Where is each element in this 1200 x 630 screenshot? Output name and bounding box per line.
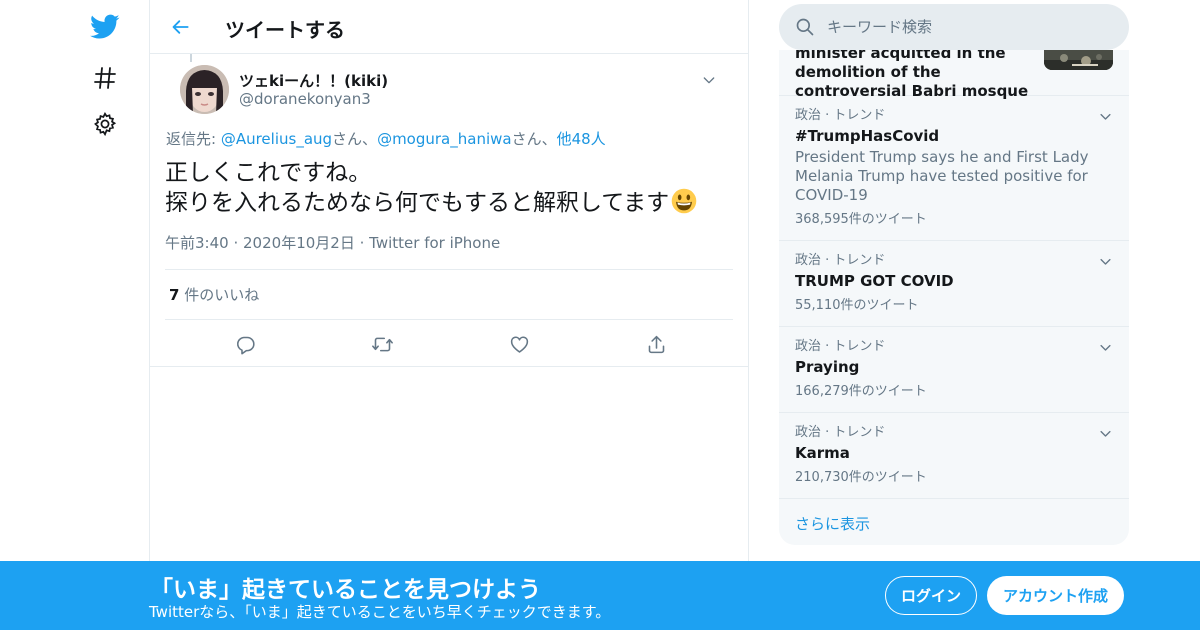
trend-menu-button[interactable] — [1095, 337, 1115, 357]
meta-dot: · — [233, 234, 244, 252]
reply-san: さん、 — [332, 130, 378, 148]
share-icon — [649, 335, 665, 353]
trend-count: 210,730件のツイート — [795, 470, 927, 485]
trend-menu-button[interactable] — [1095, 106, 1115, 126]
tweet: ツェkiーん！！(kiki) @doranekonyan3 返信先: @Aure… — [150, 54, 748, 368]
author-name[interactable]: ツェkiーん！！(kiki) — [239, 70, 388, 91]
banner-title: 「いま」起きていることを見つけよう — [150, 577, 541, 603]
trend-description: minister acquitted in the demolition of … — [795, 50, 1029, 100]
arrow-left-icon — [172, 20, 189, 34]
trend-item[interactable]: 政治 · トレンド Karma 210,730件のツイート — [779, 413, 1129, 499]
trend-menu-button[interactable] — [1095, 251, 1115, 271]
trend-name: #TrumpHasCovid — [795, 127, 940, 145]
like-icon — [510, 336, 529, 353]
trend-context: 政治 · トレンド — [795, 253, 886, 268]
trend-thumbnail — [1044, 50, 1113, 70]
tweet-source[interactable]: Twitter for iPhone — [369, 234, 500, 252]
page-title: ツイートする — [225, 18, 345, 42]
likes-count: 7 — [169, 286, 180, 304]
tweet-text: 正しくこれですね。 探りを入れるためなら何でもすると解釈してます — [165, 159, 733, 218]
reply-user-link[interactable]: @mogura_haniwa — [377, 130, 512, 148]
retweet-button[interactable] — [364, 326, 400, 362]
reply-icon — [236, 336, 255, 354]
signup-banner: 「いま」起きていることを見つけよう Twitterなら、「いま」起きていることを… — [0, 561, 1200, 630]
trend-count: 368,595件のツイート — [795, 212, 927, 227]
likes-stat[interactable]: 7 件のいいね — [165, 270, 733, 320]
gear-icon[interactable] — [88, 107, 122, 141]
trend-name: TRUMP GOT COVID — [795, 272, 954, 290]
reply-prefix: 返信先: — [166, 130, 221, 148]
hashtag-icon[interactable] — [88, 61, 122, 95]
chevron-down-icon — [1099, 430, 1111, 437]
twitter-bird-icon[interactable] — [88, 10, 122, 44]
tweet-time: 午前3:40 — [165, 234, 229, 252]
chevron-down-icon — [1099, 344, 1111, 351]
trend-item-partial[interactable]: minister acquitted in the demolition of … — [779, 50, 1129, 100]
tweet-meta: 午前3:40 · 2020年10月2日 · Twitter for iPhone — [165, 232, 733, 270]
trends-panel: minister acquitted in the demolition of … — [779, 50, 1129, 545]
show-more-link[interactable]: さらに表示 — [779, 499, 1129, 545]
left-nav — [0, 0, 150, 630]
like-button[interactable] — [502, 326, 538, 362]
trend-item[interactable]: 政治 · トレンド Praying 166,279件のツイート — [779, 327, 1129, 413]
trend-menu-button[interactable] — [1095, 423, 1115, 443]
trend-name: Karma — [795, 444, 850, 462]
search-icon — [796, 18, 814, 36]
page-header: ツイートする — [150, 0, 748, 54]
trend-context: 政治 · トレンド — [795, 108, 886, 123]
tweet-menu-button[interactable] — [699, 70, 719, 90]
grinning-face-emoji — [671, 188, 697, 214]
share-button[interactable] — [639, 326, 675, 362]
retweet-icon — [371, 337, 393, 351]
reply-others-link[interactable]: 他48人 — [557, 130, 606, 148]
chevron-down-icon — [1099, 113, 1111, 120]
reply-to: 返信先: @Aurelius_augさん、@mogura_haniwaさん、他4… — [165, 128, 733, 149]
chevron-down-icon — [703, 77, 715, 84]
author-handle[interactable]: @doranekonyan3 — [239, 90, 371, 108]
search-box — [779, 4, 1129, 50]
trend-name: Praying — [795, 358, 860, 376]
trend-count: 166,279件のツイート — [795, 384, 927, 399]
trend-item[interactable]: 政治 · トレンド TRUMP GOT COVID 55,110件のツイート — [779, 241, 1129, 327]
login-button[interactable]: ログイン — [885, 576, 977, 615]
trend-description: President Trump says he and First Lady M… — [795, 148, 1089, 204]
likes-label: 件のいいね — [179, 286, 260, 304]
reply-user-link[interactable]: @Aurelius_aug — [221, 130, 332, 148]
tweet-text-line: 正しくこれですね。 — [165, 160, 372, 186]
tweet-author: ツェkiーん！！(kiki) @doranekonyan3 — [165, 54, 733, 124]
divider — [150, 366, 748, 367]
trend-item[interactable]: 政治 · トレンド #TrumpHasCovid President Trump… — [779, 96, 1129, 241]
signup-button[interactable]: アカウント作成 — [987, 576, 1124, 615]
reply-button[interactable] — [227, 326, 263, 362]
meta-dot: · — [359, 234, 370, 252]
avatar[interactable] — [180, 65, 229, 114]
reply-san: さん、 — [511, 130, 557, 148]
trend-count: 55,110件のツイート — [795, 298, 919, 313]
tweet-date: 2020年10月2日 — [243, 234, 355, 252]
trend-context: 政治 · トレンド — [795, 425, 886, 440]
chevron-down-icon — [1099, 258, 1111, 265]
banner-subtitle: Twitterなら、「いま」起きていることをいち早くチェックできます。 — [149, 603, 611, 621]
tweet-actions — [165, 320, 733, 368]
tweet-text-line: 探りを入れるためなら何でもすると解釈してます — [165, 190, 670, 216]
main-column: ツイートする ツェkiーん！！(kiki) @doranekonyan3 返信先… — [149, 0, 749, 630]
back-button[interactable] — [166, 12, 196, 42]
search-input[interactable] — [827, 4, 1117, 50]
trend-context: 政治 · トレンド — [795, 339, 886, 354]
